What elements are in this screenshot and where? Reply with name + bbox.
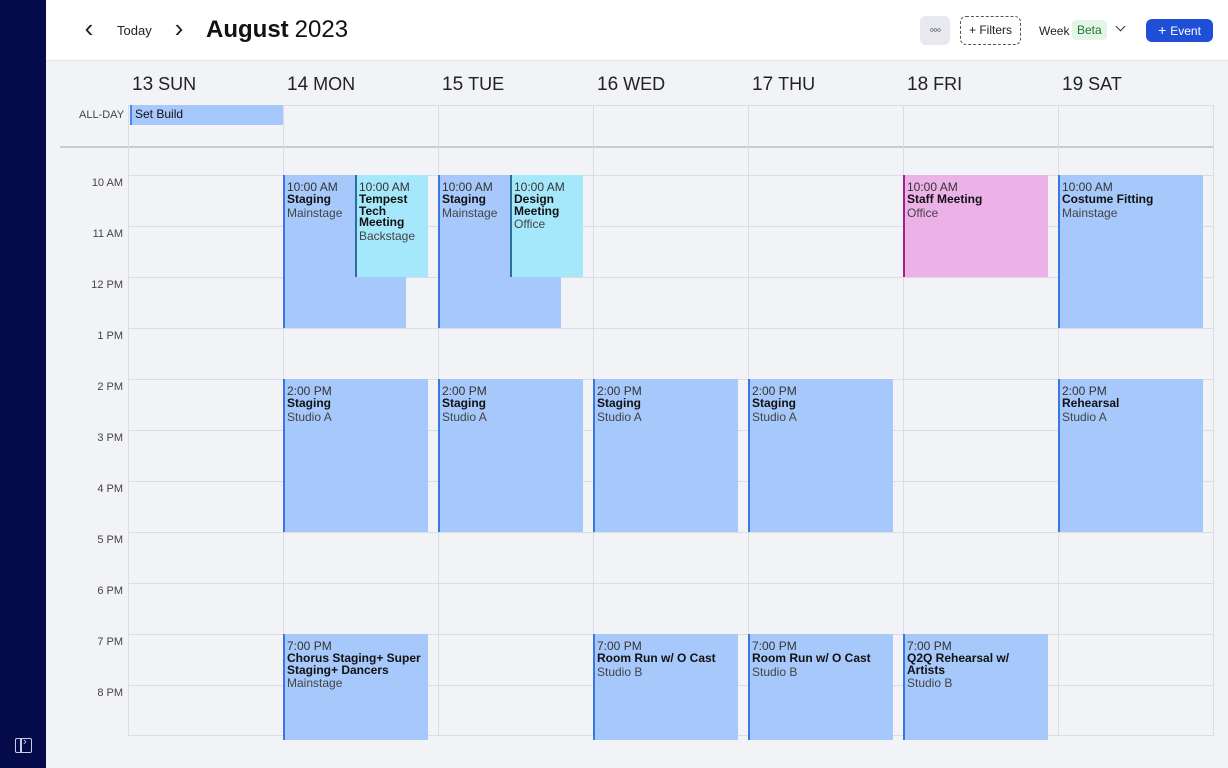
more-options-button[interactable]: ◦◦◦ (920, 16, 950, 45)
day-header-sun: 13 SUN (132, 74, 197, 95)
calendar-event[interactable]: 7:00 PM Room Run w/ O Cast Studio B (593, 634, 738, 740)
beta-badge: Beta (1072, 20, 1107, 40)
calendar-event[interactable]: 10:00 AM Tempest Tech Meeting Backstage (355, 175, 428, 277)
allday-event[interactable]: Set Build (130, 105, 283, 125)
divider (128, 105, 1214, 106)
sidebar-toggle-icon[interactable] (15, 736, 32, 753)
add-event-label: Event (1170, 24, 1201, 38)
time-label: 4 PM (97, 483, 123, 495)
hour-line (128, 583, 1214, 584)
time-label: 3 PM (97, 432, 123, 444)
time-label: 2 PM (97, 381, 123, 393)
plus-icon: + (1158, 22, 1167, 38)
time-label: 8 PM (97, 687, 123, 699)
chevron-down-icon[interactable] (1115, 20, 1127, 36)
day-header-tue: 15 TUE (442, 74, 505, 95)
calendar-event[interactable]: 2:00 PM Staging Studio A (593, 379, 738, 532)
next-week-button[interactable]: › (166, 14, 192, 44)
calendar-event[interactable]: 2:00 PM Staging Studio A (748, 379, 893, 532)
time-label: 6 PM (97, 585, 123, 597)
year-label: 2023 (294, 16, 349, 43)
page-title: August 2023 (206, 16, 348, 44)
calendar-event[interactable]: 2:00 PM Staging Studio A (283, 379, 428, 532)
filters-button[interactable]: + Filters (960, 16, 1021, 45)
toolbar: ‹ Today › August 2023 ◦◦◦ + Filters Week … (46, 0, 1228, 61)
time-label: 12 PM (91, 279, 123, 291)
calendar-event[interactable]: 7:00 PM Room Run w/ O Cast Studio B (748, 634, 893, 740)
time-label: 7 PM (97, 636, 123, 648)
prev-week-button[interactable]: ‹ (76, 14, 102, 44)
calendar-event[interactable]: 7:00 PM Chorus Staging+ Super Staging+ Da… (283, 634, 428, 740)
divider (60, 146, 1214, 148)
calendar-event[interactable]: 2:00 PM Rehearsal Studio A (1058, 379, 1203, 532)
calendar-event[interactable]: 2:00 PM Staging Studio A (438, 379, 583, 532)
sidebar (0, 0, 46, 768)
calendar-event[interactable]: 7:00 PM Q2Q Rehearsal w/ Artists Studio B (903, 634, 1048, 740)
time-label: 10 AM (91, 177, 123, 189)
time-label: 11 AM (92, 228, 123, 240)
hour-line (128, 532, 1214, 533)
hour-line (128, 328, 1214, 329)
time-label: 5 PM (97, 534, 123, 546)
calendar-event[interactable]: 10:00 AM Design Meeting Office (510, 175, 583, 277)
calendar-event[interactable]: 10:00 AM Staff Meeting Office (903, 175, 1048, 277)
month-label: August (206, 16, 289, 43)
day-header-sat: 19 SAT (1062, 74, 1122, 95)
day-header-thu: 17 THU (752, 74, 816, 95)
time-label: 1 PM (97, 330, 123, 342)
today-button[interactable]: Today (117, 23, 152, 38)
view-selector[interactable]: Week (1039, 24, 1069, 38)
week-grid: 13 SUN 14 MON 15 TUE 16 WED 17 THU 18 FRI 19 SA… (46, 61, 1228, 768)
allday-label: ALL-DAY (79, 109, 125, 121)
calendar-event[interactable]: 10:00 AM Costume Fitting Mainstage (1058, 175, 1203, 328)
divider (1213, 105, 1214, 735)
day-header-mon: 14 MON (287, 74, 356, 95)
divider (128, 105, 129, 735)
day-header-wed: 16 WED (597, 74, 666, 95)
day-header-fri: 18 FRI (907, 74, 963, 95)
add-event-button[interactable]: + Event (1146, 19, 1213, 42)
